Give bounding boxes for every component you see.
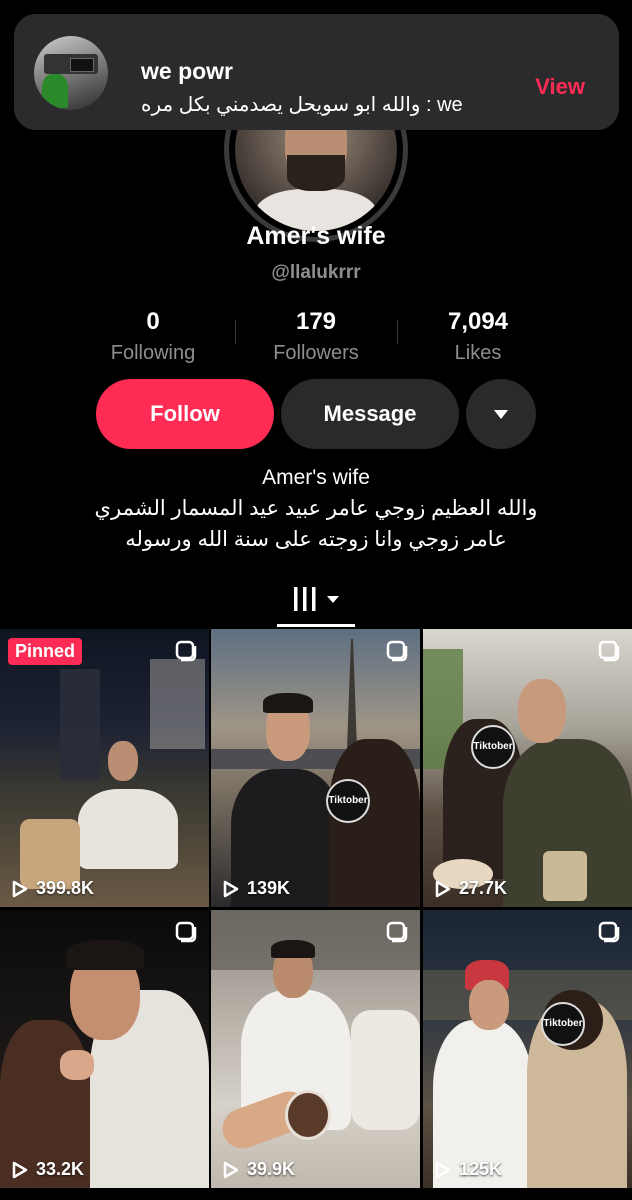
video-views: 39.9K [223, 1159, 295, 1180]
stat-following[interactable]: 0 Following [73, 308, 233, 365]
video-tile[interactable]: Pinned 399.8K [0, 629, 209, 907]
stat-likes-value: 7,094 [447, 308, 509, 335]
stat-following-value: 0 [146, 308, 160, 335]
video-tile[interactable]: Tiktober 139K [211, 629, 420, 907]
message-button[interactable]: Message [281, 379, 459, 449]
play-icon [223, 1161, 239, 1178]
stat-followers-value: 179 [295, 308, 337, 335]
video-views: 27.7K [435, 878, 507, 899]
notification-title: we powr [141, 58, 234, 84]
tiktober-watermark: Tiktober [541, 1002, 585, 1046]
video-view-count: 139K [247, 878, 291, 898]
video-views: 125K [435, 1159, 502, 1180]
video-view-count: 27.7K [459, 878, 508, 898]
video-view-count: 125K [459, 1159, 503, 1179]
tiktober-watermark: Tiktober [471, 725, 515, 769]
notification-banner[interactable]: we powr والله ابو سويحل يصدمني بكل مره :… [14, 14, 619, 130]
bio-line: والله العظيم زوجي عامر عبيد عيد المسمار … [94, 497, 538, 520]
videos-tab-icon[interactable] [293, 585, 343, 615]
video-view-count: 399.8K [36, 878, 95, 898]
profile-username: @llalukrrr [271, 262, 361, 283]
video-tile[interactable]: 39.9K [211, 910, 420, 1188]
play-icon [12, 1161, 28, 1178]
video-views: 33.2K [12, 1159, 84, 1180]
stat-following-label: Following [110, 342, 196, 364]
play-icon [223, 880, 239, 897]
multi-video-icon [175, 921, 197, 943]
video-tile[interactable]: Tiktober 125K [423, 910, 632, 1188]
stat-followers[interactable]: 179 Followers [236, 308, 396, 365]
play-icon [435, 880, 451, 897]
stat-followers-label: Followers [273, 342, 359, 364]
video-view-count: 33.2K [36, 1159, 85, 1179]
tiktober-watermark: Tiktober [326, 779, 370, 823]
multi-video-icon [386, 640, 408, 662]
notification-avatar [34, 36, 108, 110]
profile-display-name: Amer's wife [246, 222, 386, 250]
stat-likes[interactable]: 7,094 Likes [398, 308, 558, 365]
video-views: 399.8K [12, 878, 94, 899]
video-grid: Pinned 399.8K Tiktober 139K Tiktober 27.… [0, 629, 632, 1200]
chevron-down-icon [494, 409, 508, 419]
multi-video-icon [598, 921, 620, 943]
notification-body: والله ابو سويحل يصدمني بكل مره : we [141, 94, 463, 116]
video-tile[interactable]: 33.2K [0, 910, 209, 1188]
follow-button[interactable]: Follow [96, 379, 274, 449]
bio-line: عامر زوجي وانا زوجته على سنة الله ورسوله [125, 528, 507, 551]
play-icon [435, 1161, 451, 1178]
video-views: 139K [223, 878, 290, 899]
video-tile[interactable]: Tiktober 27.7K [423, 629, 632, 907]
multi-video-icon [386, 921, 408, 943]
video-view-count: 39.9K [247, 1159, 296, 1179]
notification-view-button[interactable]: View [535, 74, 585, 100]
more-options-button[interactable] [466, 379, 536, 449]
multi-video-icon [598, 640, 620, 662]
pinned-badge: Pinned [8, 638, 83, 665]
stat-likes-label: Likes [454, 342, 502, 364]
bio-name-line: Amer's wife [262, 466, 370, 489]
multi-video-icon [175, 640, 197, 662]
play-icon [12, 880, 28, 897]
tab-indicator [277, 624, 355, 627]
